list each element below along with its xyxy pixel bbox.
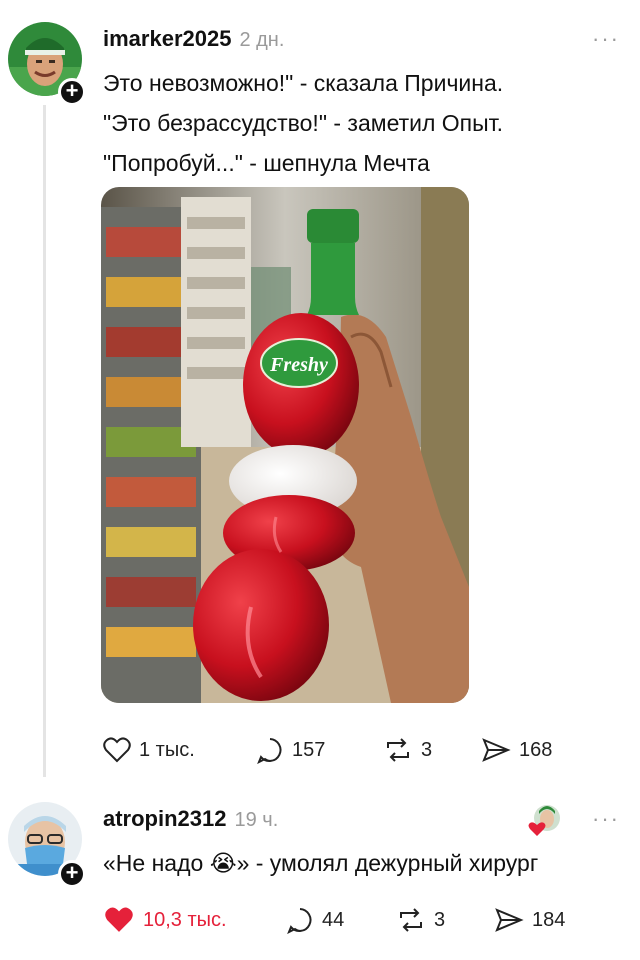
comment-icon — [257, 738, 282, 764]
repost-icon — [387, 738, 409, 762]
crying-emoji: 😭 — [209, 850, 237, 876]
like-button[interactable]: 1 тыс. — [103, 730, 195, 770]
post-text: «Не надо 😭» - умолял дежурный хирург — [103, 850, 539, 876]
heart-icon — [103, 737, 131, 763]
comment-icon — [287, 908, 312, 934]
heart-icon — [105, 907, 133, 932]
comment-button[interactable]: 157 — [256, 730, 325, 770]
repost-button[interactable]: 3 — [396, 900, 445, 940]
post-actions: 1 тыс. 157 3 168 — [101, 730, 581, 770]
author-liked-icon — [527, 802, 563, 838]
follow-plus-icon[interactable]: + — [58, 860, 86, 888]
like-button[interactable]: 10,3 тыс. — [103, 900, 227, 940]
send-icon — [495, 908, 524, 932]
repost-icon — [400, 908, 422, 932]
username[interactable]: imarker2025 2 дн. — [103, 26, 284, 52]
thread-line — [43, 105, 46, 777]
username[interactable]: atropin2312 19 ч. — [103, 806, 278, 832]
post-image[interactable]: Freshy — [101, 187, 469, 703]
post-text-line-2: "Это безрассудство!" - заметил Опыт. — [103, 110, 504, 136]
comment-button[interactable]: 44 — [286, 900, 344, 940]
post-actions: 10,3 тыс. 44 3 184 — [101, 900, 581, 940]
repost-count: 3 — [421, 738, 433, 761]
share-button[interactable]: 168 — [481, 730, 552, 770]
send-icon — [482, 738, 511, 762]
post-2: + atropin2312 19 ч. ··· «Не надо 😭» - умо… — [0, 790, 640, 960]
post-text-line-3: "Попробуй..." - шепнула Мечта — [103, 150, 430, 176]
share-button[interactable]: 184 — [494, 900, 565, 940]
like-count: 1 тыс. — [139, 738, 195, 761]
post-1: + imarker2025 2 дн. ··· Это невозможно!" … — [0, 0, 640, 790]
repost-count: 3 — [434, 908, 446, 931]
follow-plus-icon[interactable]: + — [58, 78, 86, 106]
post-time: 19 ч. — [234, 809, 279, 831]
post-text-line-1: Это невозможно!" - сказала Причина. — [103, 70, 504, 96]
share-count: 184 — [532, 908, 566, 931]
post-time: 2 дн. — [239, 29, 285, 51]
comment-count: 44 — [322, 908, 345, 931]
repost-button[interactable]: 3 — [383, 730, 432, 770]
comment-count: 157 — [292, 738, 326, 761]
share-count: 168 — [519, 738, 553, 761]
like-count: 10,3 тыс. — [143, 908, 227, 931]
bottle-label: Freshy — [269, 354, 328, 376]
more-options-icon[interactable]: ··· — [592, 806, 620, 832]
more-options-icon[interactable]: ··· — [592, 26, 620, 52]
